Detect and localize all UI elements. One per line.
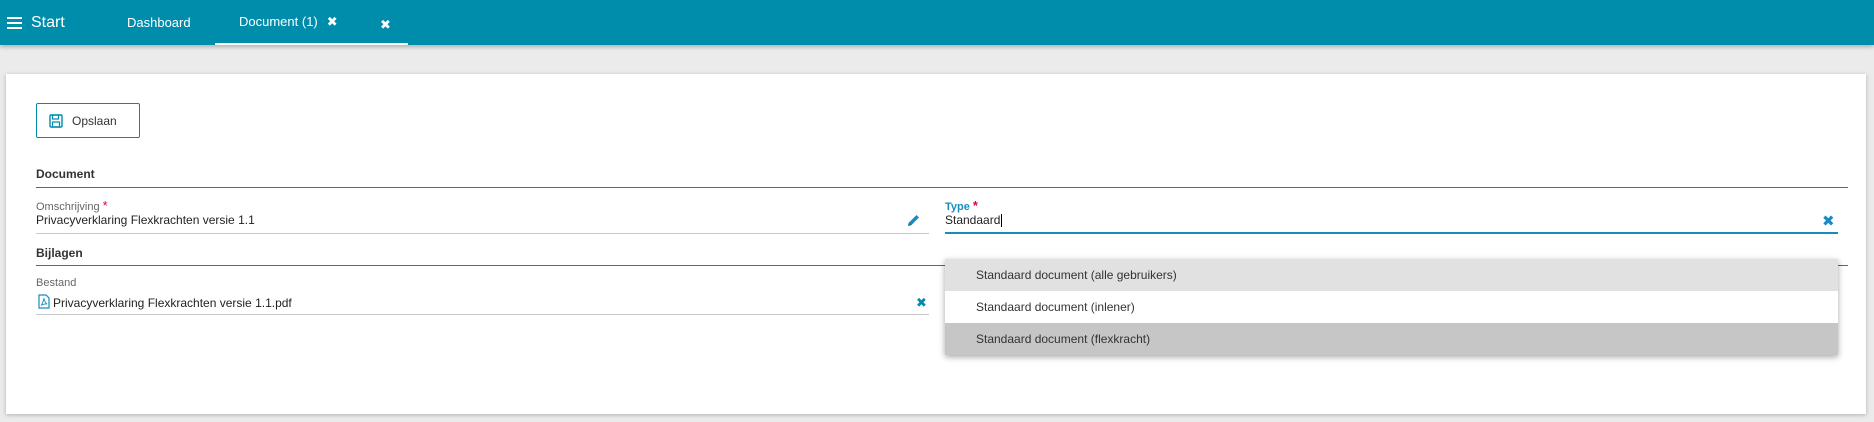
dropdown-option[interactable]: Standaard document (alle gebruikers) bbox=[945, 259, 1838, 291]
save-button-label: Opslaan bbox=[72, 113, 117, 128]
omschrijving-input[interactable]: Privacyverklaring Flexkrachten versie 1.… bbox=[36, 213, 255, 227]
text-caret bbox=[1001, 214, 1003, 228]
omschrijving-underline bbox=[36, 233, 929, 234]
tab-document-label: Document (1) bbox=[239, 14, 318, 29]
save-button[interactable]: Opslaan bbox=[36, 103, 140, 138]
section-divider bbox=[36, 187, 1848, 188]
pdf-file-icon bbox=[38, 294, 50, 309]
required-marker: * bbox=[972, 198, 978, 213]
tab-dashboard-label: Dashboard bbox=[127, 15, 191, 30]
section-title-document: Document bbox=[36, 167, 95, 181]
pencil-icon[interactable] bbox=[906, 213, 921, 233]
dropdown-option-label: Standaard document (flexkracht) bbox=[976, 332, 1151, 346]
bestand-label: Bestand bbox=[36, 277, 77, 289]
start-label: Start bbox=[31, 13, 65, 31]
tab-document[interactable]: Document (1) ✖ bbox=[215, 0, 363, 45]
top-navigation-bar: Start Dashboard Document (1) ✖ ✖ bbox=[0, 0, 1874, 45]
type-label: Type * bbox=[945, 198, 978, 213]
type-underline bbox=[945, 232, 1838, 234]
close-icon[interactable]: ✖ bbox=[327, 14, 338, 30]
close-icon[interactable]: ✖ bbox=[916, 296, 927, 309]
bestand-underline bbox=[36, 314, 929, 315]
type-input-text: Standaard bbox=[945, 213, 1001, 227]
omschrijving-label: Omschrijving * bbox=[36, 198, 108, 213]
document-card: Opslaan Document Omschrijving * Privacyve… bbox=[6, 74, 1866, 414]
section-title-bijlagen: Bijlagen bbox=[36, 246, 83, 260]
floppy-disk-icon bbox=[49, 113, 63, 128]
close-icon[interactable]: ✖ bbox=[1822, 214, 1835, 229]
hamburger-icon bbox=[7, 16, 22, 29]
tab-dashboard[interactable]: Dashboard bbox=[127, 0, 191, 45]
tab-extra[interactable]: ✖ bbox=[363, 0, 408, 45]
required-marker: * bbox=[102, 198, 108, 213]
dropdown-option-label: Standaard document (alle gebruikers) bbox=[976, 268, 1177, 282]
type-dropdown: Standaard document (alle gebruikers) Sta… bbox=[945, 259, 1838, 355]
omschrijving-label-text: Omschrijving bbox=[36, 201, 100, 213]
type-input[interactable]: Standaard bbox=[945, 213, 1003, 228]
bestand-link[interactable]: Privacyverklaring Flexkrachten versie 1.… bbox=[53, 296, 292, 310]
type-label-text: Type bbox=[945, 201, 970, 213]
dropdown-option[interactable]: Standaard document (flexkracht) bbox=[945, 323, 1838, 355]
dropdown-option[interactable]: Standaard document (inlener) bbox=[945, 291, 1838, 323]
close-icon[interactable]: ✖ bbox=[380, 17, 391, 33]
dropdown-option-label: Standaard document (inlener) bbox=[976, 300, 1135, 314]
start-menu-button[interactable]: Start bbox=[7, 0, 65, 45]
